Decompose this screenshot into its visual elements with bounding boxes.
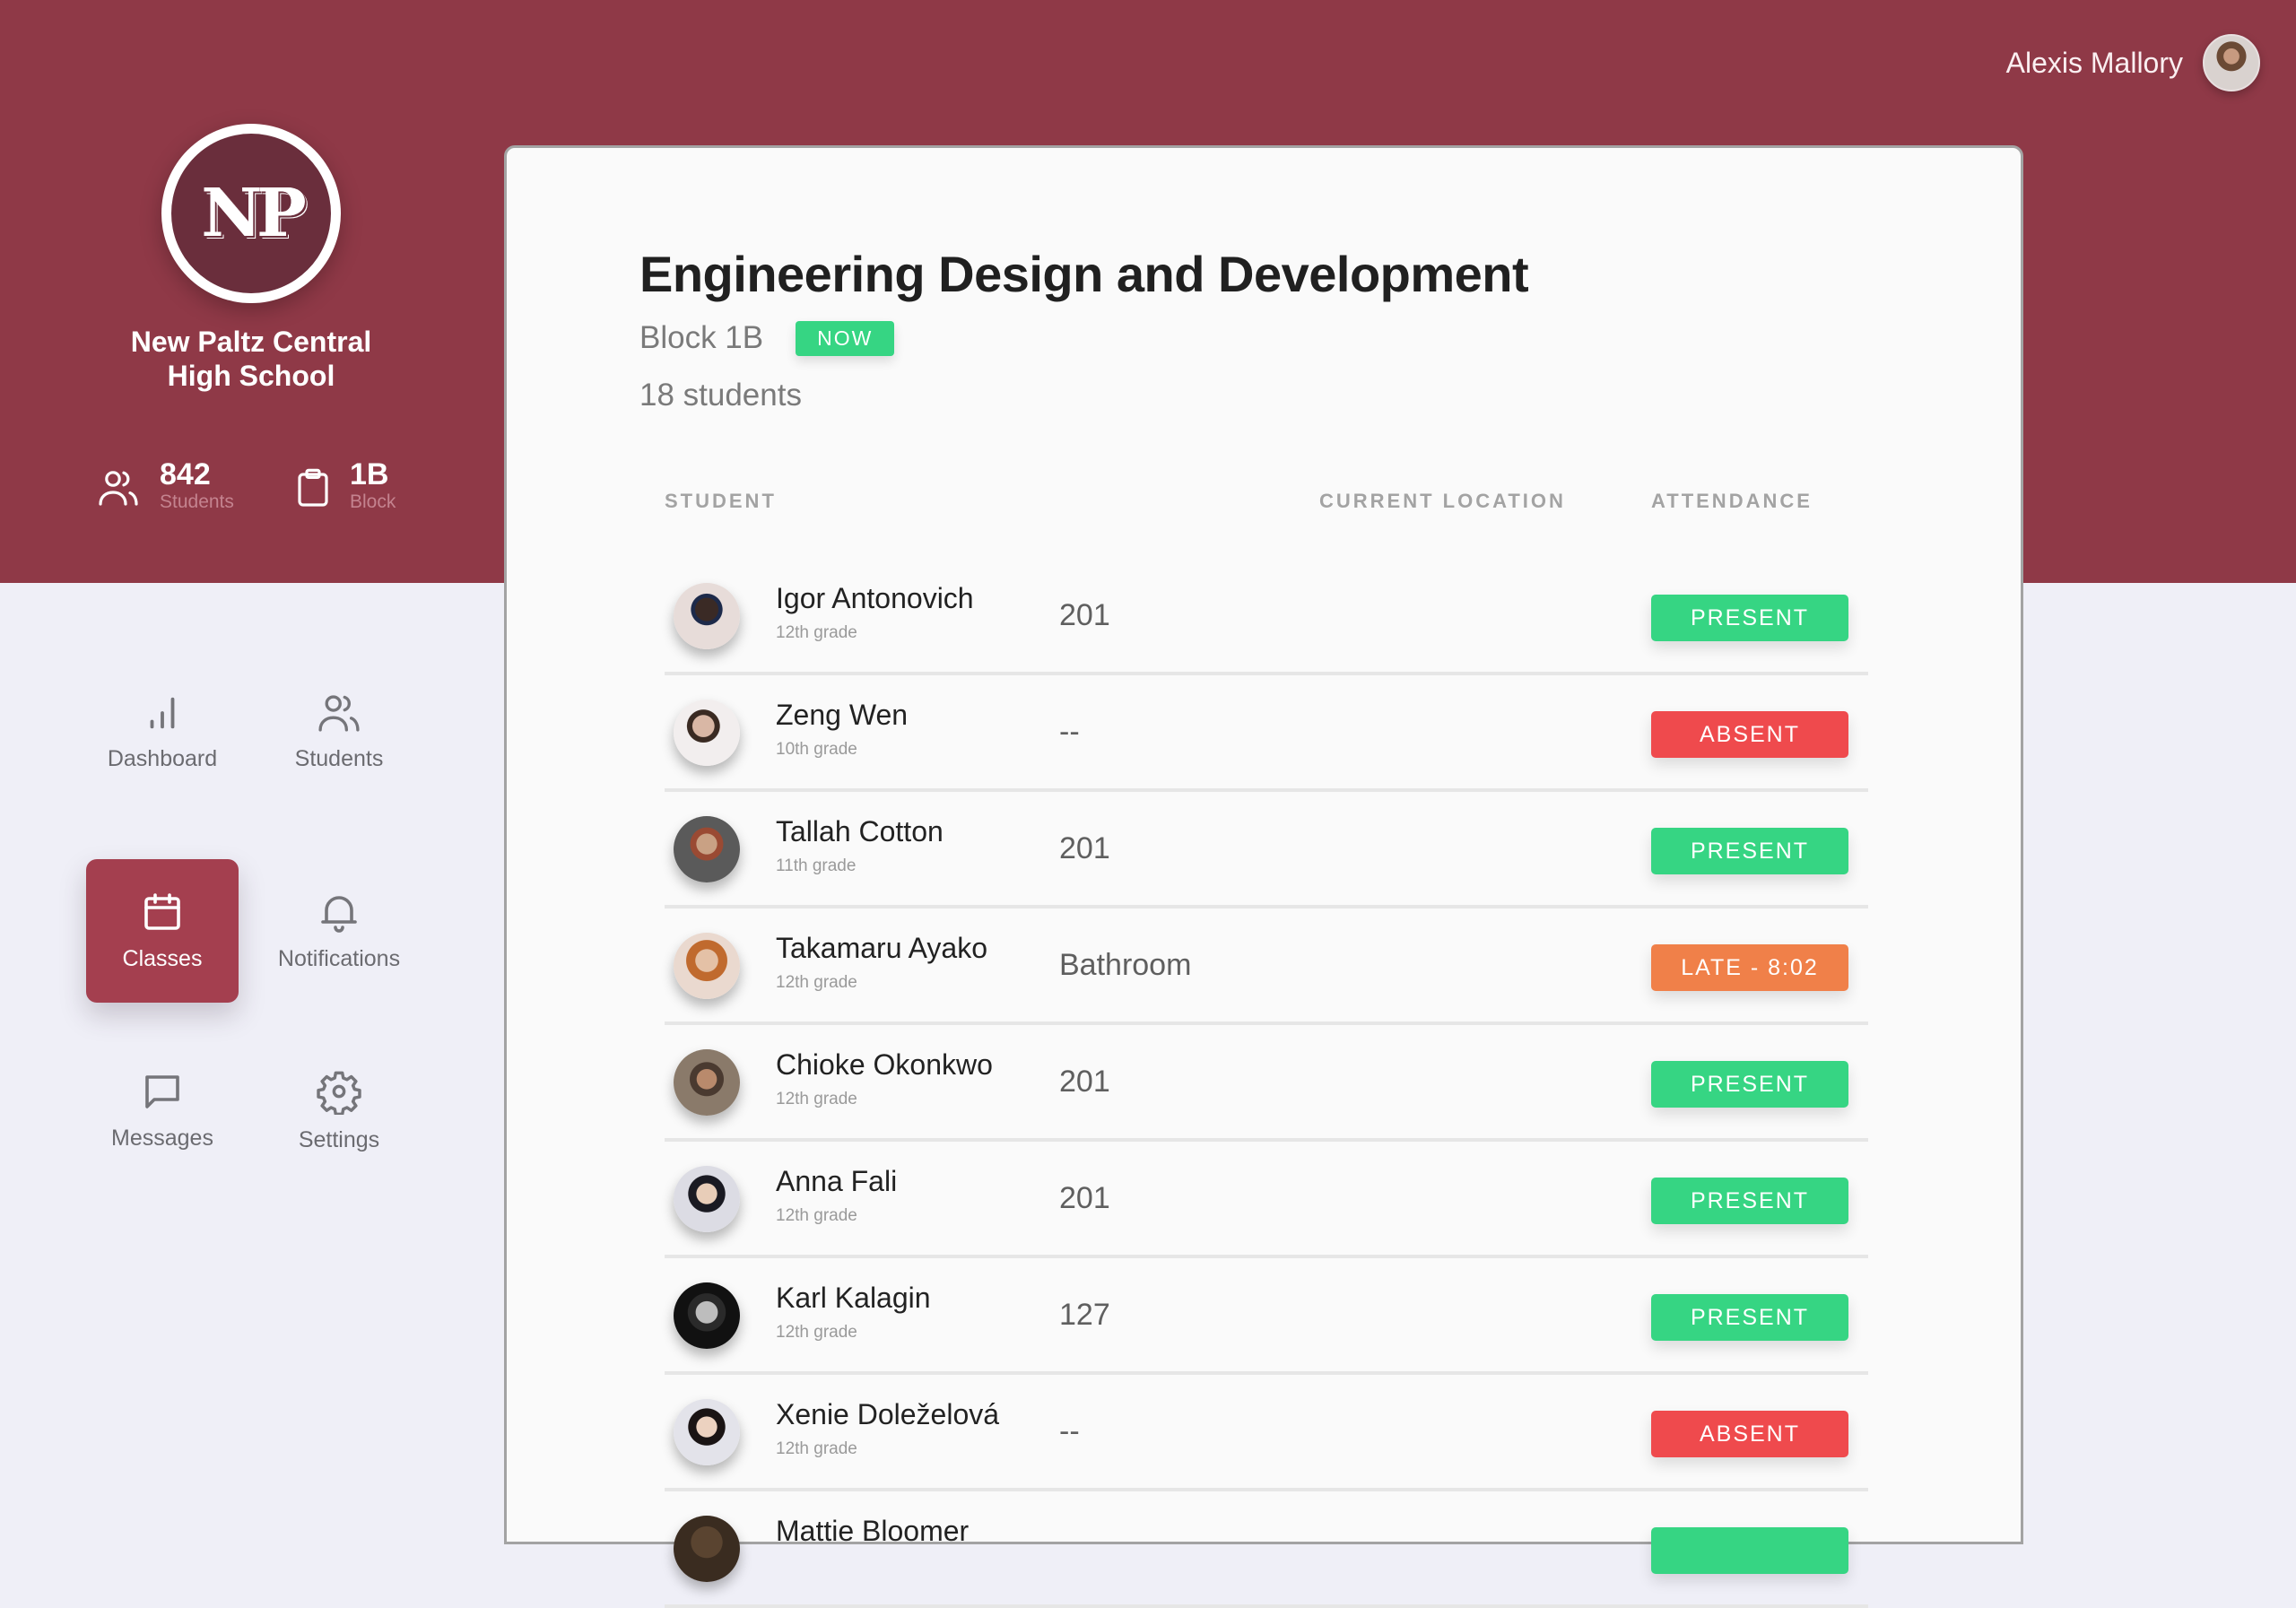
student-avatar: [674, 1399, 740, 1465]
nav-settings-label: Settings: [298, 1126, 380, 1152]
users-icon: [318, 694, 360, 731]
nav-messages-label: Messages: [111, 1125, 213, 1151]
student-grade: 12th grade: [776, 1090, 857, 1108]
student-name[interactable]: Xenie Doleželová: [776, 1398, 999, 1431]
nav-dashboard-label: Dashboard: [107, 745, 218, 771]
nav-notifications-label: Notifications: [277, 945, 401, 971]
attendance-badge[interactable]: [1651, 1527, 1848, 1574]
student-avatar: [674, 1166, 740, 1232]
student-location: 201: [1059, 1181, 1110, 1215]
student-avatar: [674, 1516, 740, 1582]
student-grade: 12th grade: [776, 973, 857, 992]
attendance-badge[interactable]: PRESENT: [1651, 1178, 1848, 1224]
student-grade: 12th grade: [776, 1439, 857, 1458]
student-grade: 12th grade: [776, 623, 857, 642]
student-location: 201: [1059, 831, 1110, 865]
attendance-badge[interactable]: LATE - 8:02: [1651, 944, 1848, 991]
stat-block-label: Block: [350, 491, 396, 512]
stat-students-label: Students: [160, 491, 234, 512]
column-header-student[interactable]: STUDENT: [665, 490, 777, 513]
school-name-line2: High School: [167, 360, 335, 392]
table-row[interactable]: Anna Fali 12th grade 201 PRESENT: [665, 1142, 1868, 1258]
nav-settings[interactable]: Settings: [263, 1039, 415, 1182]
gear-icon: [317, 1071, 361, 1115]
message-icon: [145, 1074, 179, 1108]
attendance-badge[interactable]: PRESENT: [1651, 1294, 1848, 1341]
student-name[interactable]: Igor Antonovich: [776, 582, 974, 615]
student-name[interactable]: Zeng Wen: [776, 699, 908, 732]
student-grade: 11th grade: [776, 856, 857, 875]
stat-students-value: 842: [160, 457, 211, 491]
student-name[interactable]: Mattie Bloomer: [776, 1515, 969, 1548]
now-badge: NOW: [796, 320, 895, 356]
class-block: Block 1B NOW: [639, 320, 895, 356]
nav-classes[interactable]: Classes: [86, 859, 239, 1003]
nav-notifications[interactable]: Notifications: [263, 859, 415, 1003]
user-avatar[interactable]: [2203, 34, 2260, 91]
table-row[interactable]: Xenie Doleželová 12th grade -- ABSENT: [665, 1375, 1868, 1491]
student-location: Bathroom: [1059, 948, 1192, 982]
attendance-badge[interactable]: PRESENT: [1651, 595, 1848, 641]
nav-students-label: Students: [294, 745, 384, 771]
attendance-badge[interactable]: ABSENT: [1651, 711, 1848, 758]
student-name[interactable]: Anna Fali: [776, 1165, 897, 1198]
table-row[interactable]: Mattie Bloomer: [665, 1491, 1868, 1608]
student-avatar: [674, 933, 740, 999]
nav-classes-label: Classes: [122, 945, 203, 971]
class-title: Engineering Design and Development: [639, 246, 1529, 302]
student-name[interactable]: Takamaru Ayako: [776, 932, 987, 965]
student-grade: 12th grade: [776, 1323, 857, 1342]
table-row[interactable]: Chioke Okonkwo 12th grade 201 PRESENT: [665, 1025, 1868, 1142]
student-location: 201: [1059, 598, 1110, 632]
student-grade: 12th grade: [776, 1206, 857, 1225]
student-location: 201: [1059, 1065, 1110, 1099]
table-row[interactable]: Tallah Cotton 11th grade 201 PRESENT: [665, 792, 1868, 908]
table-row[interactable]: Zeng Wen 10th grade -- ABSENT: [665, 675, 1868, 792]
class-block-label: Block 1B: [639, 320, 764, 355]
table-row[interactable]: Takamaru Ayako 12th grade Bathroom LATE - 8…: [665, 908, 1868, 1025]
student-location: --: [1059, 715, 1080, 749]
bell-icon: [321, 895, 357, 933]
nav-dashboard[interactable]: Dashboard: [86, 660, 239, 804]
school-logo: NP: [161, 124, 341, 303]
column-header-location[interactable]: CURRENT LOCATION: [1319, 490, 1566, 513]
table-row[interactable]: Karl Kalagin 12th grade 127 PRESENT: [665, 1258, 1868, 1375]
student-location: --: [1059, 1414, 1080, 1448]
user-menu[interactable]: Alexis Mallory: [2006, 34, 2260, 91]
attendance-badge[interactable]: ABSENT: [1651, 1411, 1848, 1457]
attendance-badge[interactable]: PRESENT: [1651, 828, 1848, 874]
student-name[interactable]: Karl Kalagin: [776, 1282, 931, 1315]
calendar-icon: [144, 892, 180, 930]
school-name: New Paltz Central High School: [72, 325, 430, 393]
student-avatar: [674, 816, 740, 882]
column-header-attendance[interactable]: ATTENDANCE: [1651, 490, 1813, 513]
stat-block: 1B Block: [296, 457, 396, 513]
student-location: 127: [1059, 1298, 1110, 1332]
attendance-badge[interactable]: PRESENT: [1651, 1061, 1848, 1108]
class-card: Engineering Design and Development Block…: [504, 145, 2023, 1608]
clipboard-icon: [298, 468, 328, 507]
user-name: Alexis Mallory: [2005, 46, 2183, 79]
stat-students: 842 Students: [97, 457, 234, 513]
student-avatar: [674, 1049, 740, 1116]
student-avatar: [674, 583, 740, 649]
nav-students[interactable]: Students: [263, 660, 415, 804]
student-name[interactable]: Tallah Cotton: [776, 815, 944, 848]
student-name[interactable]: Chioke Okonkwo: [776, 1048, 993, 1082]
stat-block-value: 1B: [350, 457, 389, 491]
student-avatar: [674, 1282, 740, 1349]
student-grade: 10th grade: [776, 740, 857, 759]
bar-chart-icon: [150, 697, 175, 728]
student-count: 18 students: [639, 378, 802, 413]
school-name-line1: New Paltz Central: [130, 326, 372, 358]
nav-messages[interactable]: Messages: [86, 1039, 239, 1182]
school-logo-text: NP: [201, 175, 306, 252]
student-avatar: [674, 700, 740, 766]
users-icon: [99, 471, 138, 506]
table-row[interactable]: Igor Antonovich 12th grade 201 PRESENT: [665, 559, 1868, 675]
